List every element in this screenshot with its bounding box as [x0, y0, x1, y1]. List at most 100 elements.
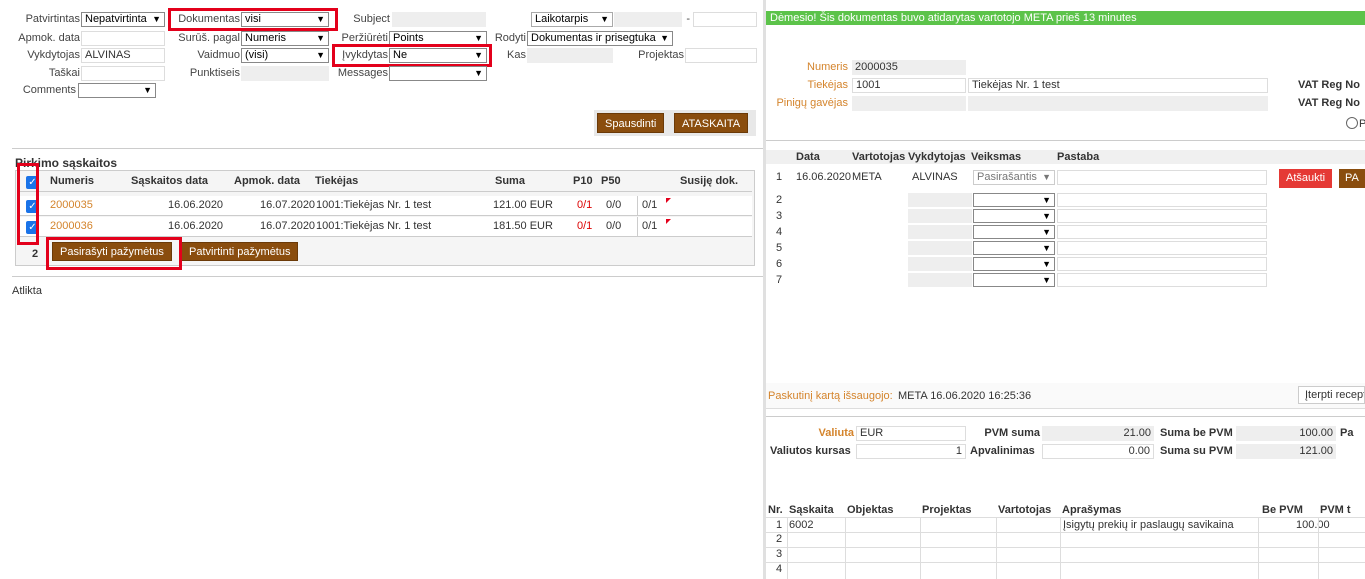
- chevron-down-icon: ▼: [1042, 243, 1051, 253]
- row-checkbox[interactable]: ✓: [26, 200, 39, 213]
- select-all-checkbox[interactable]: ✓: [26, 176, 39, 189]
- workflow-row: 5 ▼: [766, 240, 1365, 256]
- vaidmuo-select[interactable]: (visi) ▼: [241, 48, 329, 63]
- chevron-down-icon: ▼: [1042, 211, 1051, 221]
- suma-su-pvm-label: Suma su PVM: [1160, 445, 1233, 457]
- valiuta-field[interactable]: EUR: [856, 426, 966, 441]
- piniguo-code-field: [852, 96, 966, 111]
- wf-row-pastaba-field[interactable]: [1057, 193, 1267, 207]
- wf-row-vykdytojas-field[interactable]: [908, 209, 972, 223]
- wf-row-vykdytojas-field[interactable]: [908, 241, 972, 255]
- pvm-suma-value: 21.00: [1042, 426, 1154, 441]
- row-extra: 0/1: [637, 196, 657, 215]
- spausdinti-button[interactable]: Spausdinti: [597, 113, 665, 133]
- wf-row-veiksmas-select[interactable]: ▼: [973, 225, 1055, 239]
- apmok-data-field[interactable]: [81, 31, 165, 46]
- wf-row-veiksmas-select[interactable]: Pasirašantis ▼: [973, 170, 1055, 185]
- table-row[interactable]: ✓ 2000036 16.06.2020 16.07.2020 1001:Tie…: [18, 217, 752, 237]
- date-to-field[interactable]: [693, 12, 757, 27]
- wf-row-nr: 3: [776, 210, 783, 222]
- kas-field[interactable]: [527, 48, 613, 63]
- vykdytojas-field[interactable]: ALVINAS: [81, 48, 165, 63]
- panel-separator[interactable]: [763, 0, 766, 579]
- piniguo-name-field: [968, 96, 1268, 111]
- wf-row-pastaba-field[interactable]: [1057, 273, 1267, 287]
- tiekejas-name-field[interactable]: Tiekėjas Nr. 1 test: [968, 78, 1268, 93]
- wf-row-data: 16.06.2020: [796, 171, 852, 183]
- wf-row-veiksmas-select[interactable]: ▼: [973, 273, 1055, 287]
- header-susije-dok: Susiję dok.: [680, 175, 739, 187]
- wf-row-vykdytojas-field[interactable]: [908, 193, 972, 207]
- line-aprasymas[interactable]: Įsigytų prekių ir paslaugų savikaina: [1063, 519, 1234, 532]
- row-extra: 0/1: [637, 217, 657, 236]
- wf-row-pastaba-field[interactable]: [1057, 170, 1267, 185]
- comments-select[interactable]: ▼: [78, 83, 156, 98]
- warning-banner: Dėmesio! Šis dokumentas buvo atidarytas …: [766, 11, 1365, 25]
- workflow-row: 1 16.06.2020 META ALVINAS Pasirašantis ▼ …: [766, 168, 1365, 188]
- patvirtinti-button[interactable]: Patvirtinti pažymėtus: [181, 242, 299, 261]
- suma-be-pvm-label: Suma be PVM: [1160, 427, 1233, 439]
- wf-row-pastaba-field[interactable]: [1057, 225, 1267, 239]
- messages-select[interactable]: ▼: [389, 66, 487, 81]
- punktiseis-field[interactable]: [241, 66, 329, 81]
- projektas-field[interactable]: [685, 48, 757, 63]
- rodyti-select[interactable]: Dokumentas ir prisegtuka ▼: [527, 31, 673, 46]
- subject-field[interactable]: [392, 12, 486, 27]
- row-suma: 181.50 EUR: [493, 220, 553, 232]
- pa-label: Pa: [1340, 427, 1354, 439]
- row-numeris-link[interactable]: 2000035: [50, 196, 93, 215]
- ataskaita-button[interactable]: ATASKAITA: [674, 113, 749, 133]
- date-from-field[interactable]: [614, 12, 682, 27]
- kursas-field[interactable]: 1: [856, 444, 966, 459]
- taskai-field[interactable]: [81, 66, 165, 81]
- ivykdytas-select[interactable]: Ne ▼: [389, 48, 487, 63]
- wf-row-vykdytojas-field[interactable]: [908, 225, 972, 239]
- laikotarpis-select[interactable]: Laikotarpis ▼: [531, 12, 613, 27]
- vykdytojas-label: Vykdytojas: [27, 49, 80, 61]
- perziureti-select[interactable]: Points ▼: [389, 31, 487, 46]
- row-tiekejas: 1001:Tiekėjas Nr. 1 test: [316, 199, 432, 211]
- wf-row-veiksmas-select[interactable]: ▼: [973, 209, 1055, 223]
- dokumentas-select[interactable]: visi ▼: [241, 12, 329, 27]
- line-saskaita[interactable]: 6002: [789, 519, 813, 532]
- grid-line: [996, 517, 997, 579]
- row-numeris-link[interactable]: 2000036: [50, 217, 93, 236]
- line-nr: 1: [776, 519, 783, 531]
- wf-row-nr: 6: [776, 258, 783, 270]
- numeris-label: Numeris: [807, 61, 848, 73]
- lines-header-nr: Nr.: [768, 504, 783, 516]
- pasirasyti-button[interactable]: Pasirašyti pažymėtus: [52, 242, 172, 261]
- wf-row-veiksmas-select[interactable]: ▼: [973, 193, 1055, 207]
- suma-be-pvm-value: 100.00: [1236, 426, 1336, 441]
- rodyti-label: Rodyti: [494, 32, 526, 44]
- patvirtintas-select[interactable]: Nepatvirtinta ▼: [81, 12, 165, 27]
- pa-button[interactable]: PA: [1339, 169, 1365, 188]
- wf-row-vykdytojas-field[interactable]: [908, 257, 972, 271]
- numeris-value: 2000035: [852, 60, 966, 75]
- wf-row-pastaba-field[interactable]: [1057, 209, 1267, 223]
- atsaukti-button[interactable]: Atšaukti: [1279, 169, 1333, 188]
- lines-header-projektas: Projektas: [922, 504, 972, 516]
- table-row[interactable]: ✓ 2000035 16.06.2020 16.07.2020 1001:Tie…: [18, 196, 752, 216]
- wf-row-vykdytojas-field[interactable]: [908, 273, 972, 287]
- grid-line: [1318, 517, 1319, 579]
- lines-header-objektas: Objektas: [847, 504, 894, 516]
- row-checkbox[interactable]: ✓: [26, 221, 39, 234]
- iterpti-recepta-button[interactable]: Įterpti recepta: [1298, 386, 1365, 404]
- line-nr: 3: [776, 548, 783, 560]
- line-be-pvm[interactable]: 100.00: [1296, 519, 1330, 532]
- wf-row-pastaba-field[interactable]: [1057, 241, 1267, 255]
- radio-button[interactable]: [1346, 117, 1358, 129]
- apvalinimas-field[interactable]: 0.00: [1042, 444, 1154, 459]
- surus-select[interactable]: Numeris ▼: [241, 31, 329, 46]
- wf-row-nr: 1: [776, 171, 783, 183]
- wf-row-pastaba-field[interactable]: [1057, 257, 1267, 271]
- list-title: Pirkimo sąskaitos: [15, 156, 118, 170]
- wf-row-veiksmas-select[interactable]: ▼: [973, 257, 1055, 271]
- grid-line: [920, 517, 921, 579]
- dokumentas-label: Dokumentas: [178, 13, 240, 25]
- apmok-data-label: Apmok. data: [18, 32, 80, 44]
- wf-row-veiksmas-select[interactable]: ▼: [973, 241, 1055, 255]
- kas-label: Kas: [507, 49, 526, 61]
- tiekejas-code-field[interactable]: 1001: [852, 78, 966, 93]
